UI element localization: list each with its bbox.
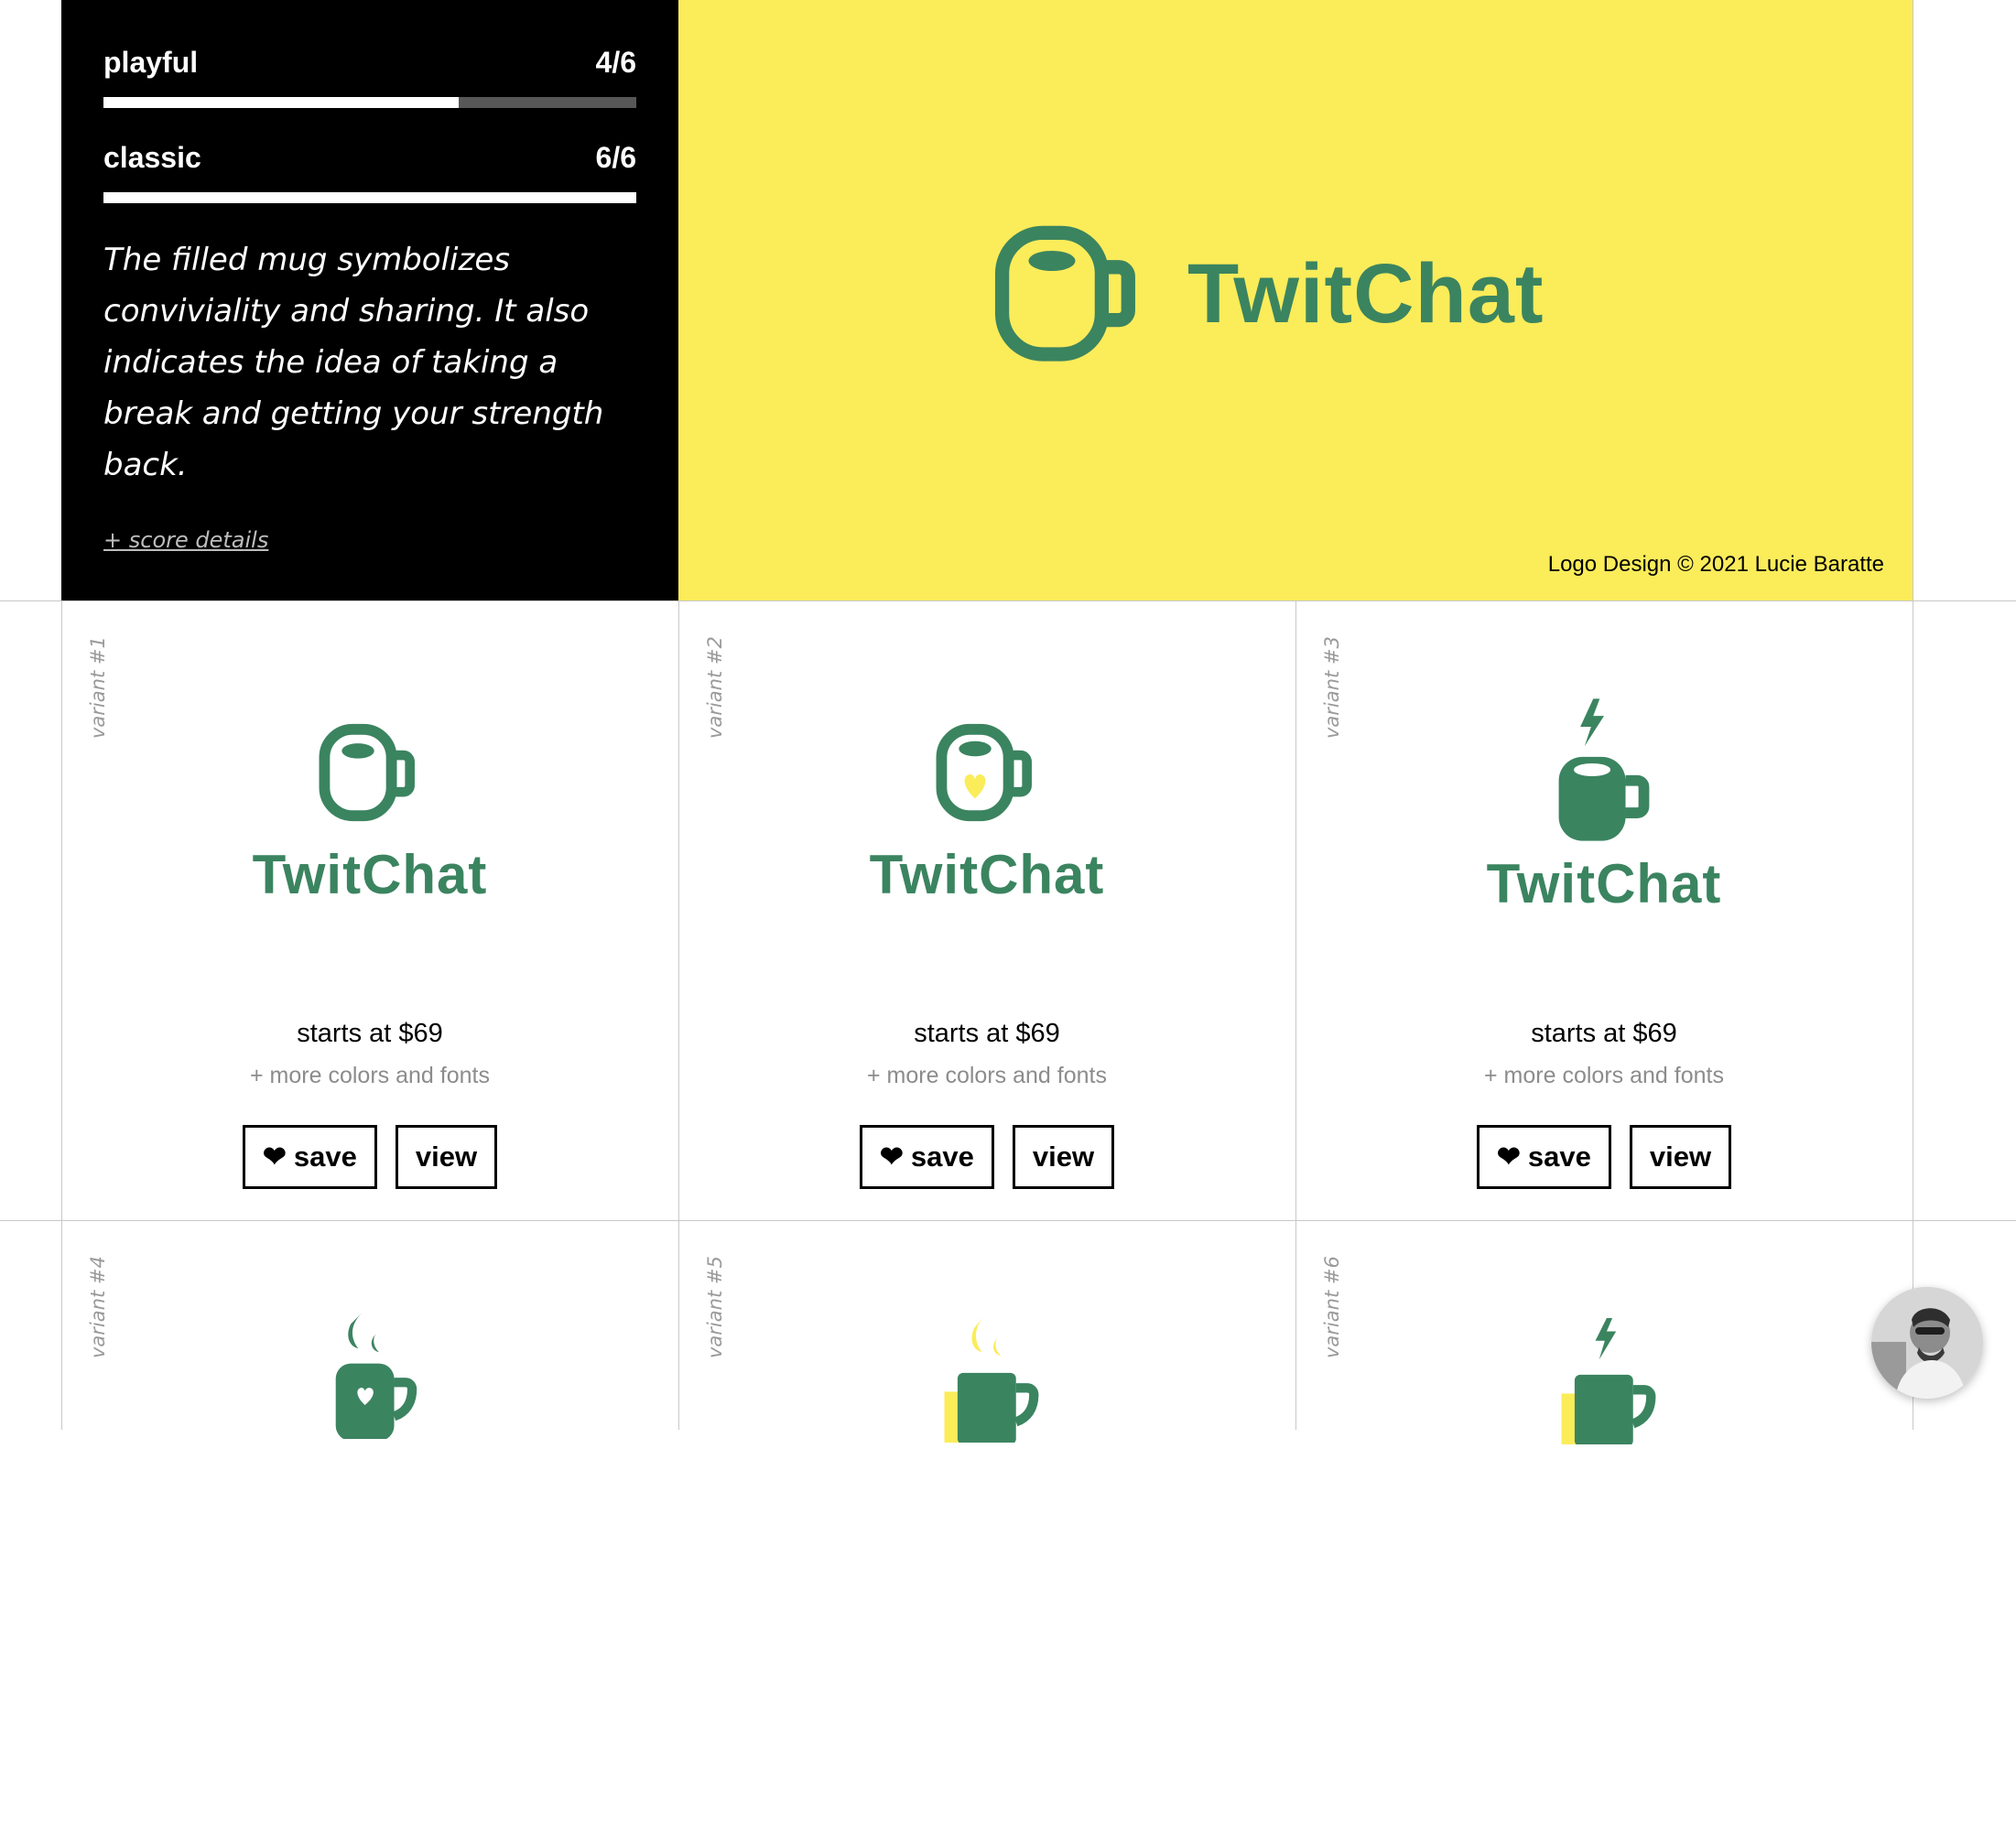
variant-label: variant #4 xyxy=(87,1256,109,1358)
logo-description: The filled mug symbolizes conviviality a… xyxy=(103,242,604,483)
save-button[interactable]: ❤ save xyxy=(1476,1125,1611,1189)
mug-steam-yellow-icon xyxy=(938,1314,1047,1447)
variant-logo: TwitChat xyxy=(1295,697,1913,912)
mug-bolt-yellow-icon xyxy=(1555,1316,1664,1449)
heart-icon: ❤ xyxy=(1496,1141,1521,1173)
hero-wordmark: TwitChat xyxy=(1187,247,1545,341)
save-button[interactable]: ❤ save xyxy=(242,1125,377,1189)
variant-card-5[interactable]: variant #5 xyxy=(678,1221,1295,1838)
mug-bolt-icon xyxy=(1550,697,1658,848)
score-classic: classic 6/6 xyxy=(103,137,636,203)
score-bar-fill xyxy=(103,97,460,108)
variant-wordmark: TwitChat xyxy=(1486,853,1722,914)
view-button[interactable]: view xyxy=(1012,1125,1115,1189)
mug-heart-icon xyxy=(933,719,1041,831)
variant-wordmark: TwitChat xyxy=(869,844,1105,905)
variant-card-4[interactable]: variant #4 xyxy=(61,1221,678,1838)
heart-icon: ❤ xyxy=(879,1141,904,1173)
variant-card-6[interactable]: variant #6 xyxy=(1295,1221,1913,1838)
variant-wordmark: TwitChat xyxy=(252,844,488,905)
view-button[interactable]: view xyxy=(1629,1125,1732,1189)
mug-icon xyxy=(990,214,1145,374)
heart-icon: ❤ xyxy=(262,1141,287,1173)
logo-credit: Logo Design © 2021 Lucie Baratte xyxy=(1547,552,1884,577)
score-details-link[interactable]: + score details xyxy=(103,527,268,553)
save-button[interactable]: ❤ save xyxy=(859,1125,994,1189)
avatar[interactable] xyxy=(1871,1287,1983,1399)
variant-card-1[interactable]: variant #1 TwitChat starts at $69 + more… xyxy=(61,601,678,1218)
score-panel: playful 4/6 classic 6/6 The filled mug s… xyxy=(61,0,678,600)
more-options-text: + more colors and fonts xyxy=(1484,1063,1724,1088)
variant-label: variant #5 xyxy=(704,1256,726,1358)
mug-steam-heart-icon xyxy=(330,1311,425,1443)
mug-outline-icon xyxy=(316,719,424,831)
hero-logo-preview: TwitChat Logo Design © 2021 Lucie Baratt… xyxy=(678,0,1913,600)
price: starts at $69 xyxy=(297,1019,443,1048)
hero-logo: TwitChat xyxy=(990,214,1545,374)
score-bar xyxy=(103,192,636,203)
variant-card-2[interactable]: variant #2 TwitChat starts at $69 + more… xyxy=(678,601,1295,1218)
price: starts at $69 xyxy=(1531,1019,1677,1048)
variant-label: variant #6 xyxy=(1321,1256,1343,1358)
score-value: 4/6 xyxy=(595,45,636,79)
variant-logo: TwitChat xyxy=(678,719,1295,903)
score-name: classic xyxy=(103,140,201,174)
more-options-text: + more colors and fonts xyxy=(250,1063,490,1088)
score-name: playful xyxy=(103,45,199,79)
score-bar xyxy=(103,97,636,108)
variant-card-3[interactable]: variant #3 TwitChat starts at $69 + more… xyxy=(1295,601,1913,1218)
variant-logo: TwitChat xyxy=(61,719,678,903)
score-value: 6/6 xyxy=(595,140,636,174)
price: starts at $69 xyxy=(914,1019,1060,1048)
score-bar-fill xyxy=(103,192,636,203)
score-playful: playful 4/6 xyxy=(103,42,636,108)
view-button[interactable]: view xyxy=(395,1125,498,1189)
more-options-text: + more colors and fonts xyxy=(867,1063,1107,1088)
